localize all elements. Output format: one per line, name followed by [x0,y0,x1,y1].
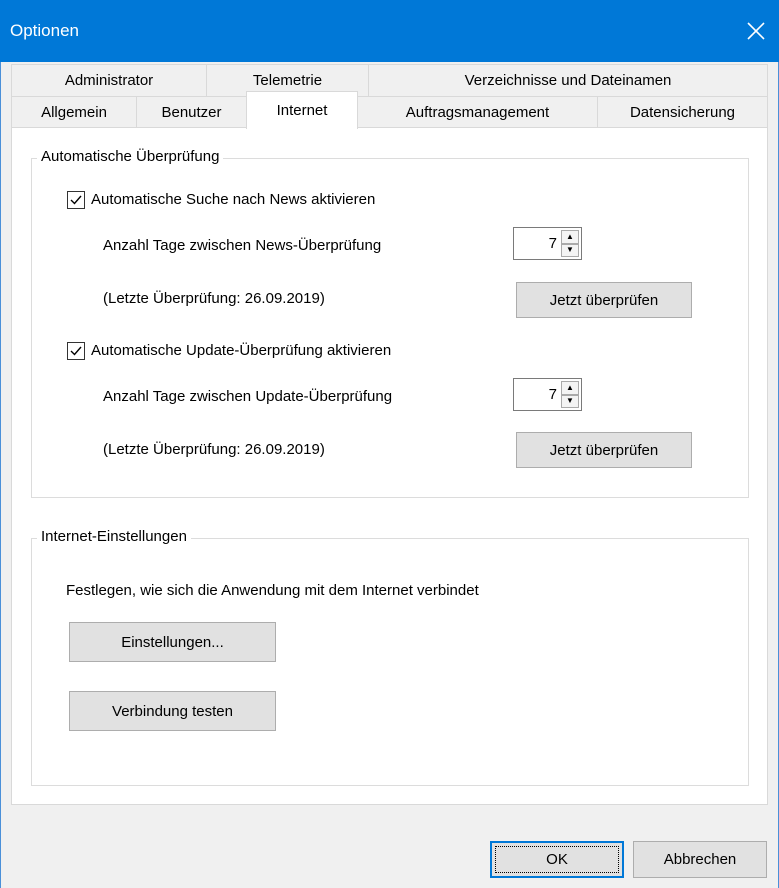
update-check-now-button[interactable]: Jetzt überprüfen [516,432,692,468]
tab-auftragsmanagement[interactable]: Auftragsmanagement [357,96,598,128]
spin-down-icon[interactable]: ▼ [561,394,579,408]
update-check-now-label: Jetzt überprüfen [549,441,659,459]
checkmark-icon [70,195,82,205]
news-days-value: 7 [548,235,557,252]
cancel-button[interactable]: Abbrechen [633,841,767,878]
tab-verzeichnisse[interactable]: Verzeichnisse und Dateinamen [368,64,768,97]
test-connection-button[interactable]: Verbindung testen [69,691,276,731]
ok-button-label: OK [546,851,568,868]
window-title: Optionen [10,21,79,40]
ok-button[interactable]: OK [490,841,624,878]
update-checkbox-label: Automatische Update-Überprüfung aktivier… [91,342,392,359]
tab-page-internet: Automatische Überprüfung Automatische Su… [11,127,768,805]
settings-button[interactable]: Einstellungen... [69,622,276,662]
close-button[interactable] [739,14,773,48]
news-days-label: Anzahl Tage zwischen News-Überprüfung [103,237,382,254]
test-connection-button-label: Verbindung testen [112,702,233,720]
group-auto-check-legend: Automatische Überprüfung [37,148,224,165]
update-days-spinner[interactable]: 7 ▲ ▼ [513,378,582,411]
close-icon [747,22,765,40]
news-check-now-button[interactable]: Jetzt überprüfen [516,282,692,318]
window-border-left [0,62,1,888]
update-days-value: 7 [548,386,557,403]
news-check-now-label: Jetzt überprüfen [549,291,659,309]
spin-up-icon[interactable]: ▲ [561,230,579,244]
news-checkbox[interactable] [67,191,85,209]
internet-settings-description: Festlegen, wie sich die Anwendung mit de… [66,582,479,599]
tab-datensicherung[interactable]: Datensicherung [597,96,768,128]
update-checkbox[interactable] [67,342,85,360]
settings-button-label: Einstellungen... [121,633,224,651]
spin-up-icon[interactable]: ▲ [561,381,579,395]
update-last-check: (Letzte Überprüfung: 26.09.2019) [103,441,325,458]
tab-internet[interactable]: Internet [246,91,358,129]
tab-benutzer[interactable]: Benutzer [136,96,247,128]
cancel-button-label: Abbrechen [663,851,737,868]
news-checkbox-label: Automatische Suche nach News aktivieren [91,191,376,208]
group-internet-settings-legend: Internet-Einstellungen [37,528,191,545]
tab-administrator[interactable]: Administrator [11,64,207,97]
group-internet-settings [31,538,749,786]
tab-allgemein[interactable]: Allgemein [11,96,137,128]
news-days-spinner[interactable]: 7 ▲ ▼ [513,227,582,260]
update-days-label: Anzahl Tage zwischen Update-Überprüfung [103,388,393,405]
checkmark-icon [70,346,82,356]
title-bar: Optionen [0,0,779,62]
news-last-check: (Letzte Überprüfung: 26.09.2019) [103,290,325,307]
spin-down-icon[interactable]: ▼ [561,243,579,257]
